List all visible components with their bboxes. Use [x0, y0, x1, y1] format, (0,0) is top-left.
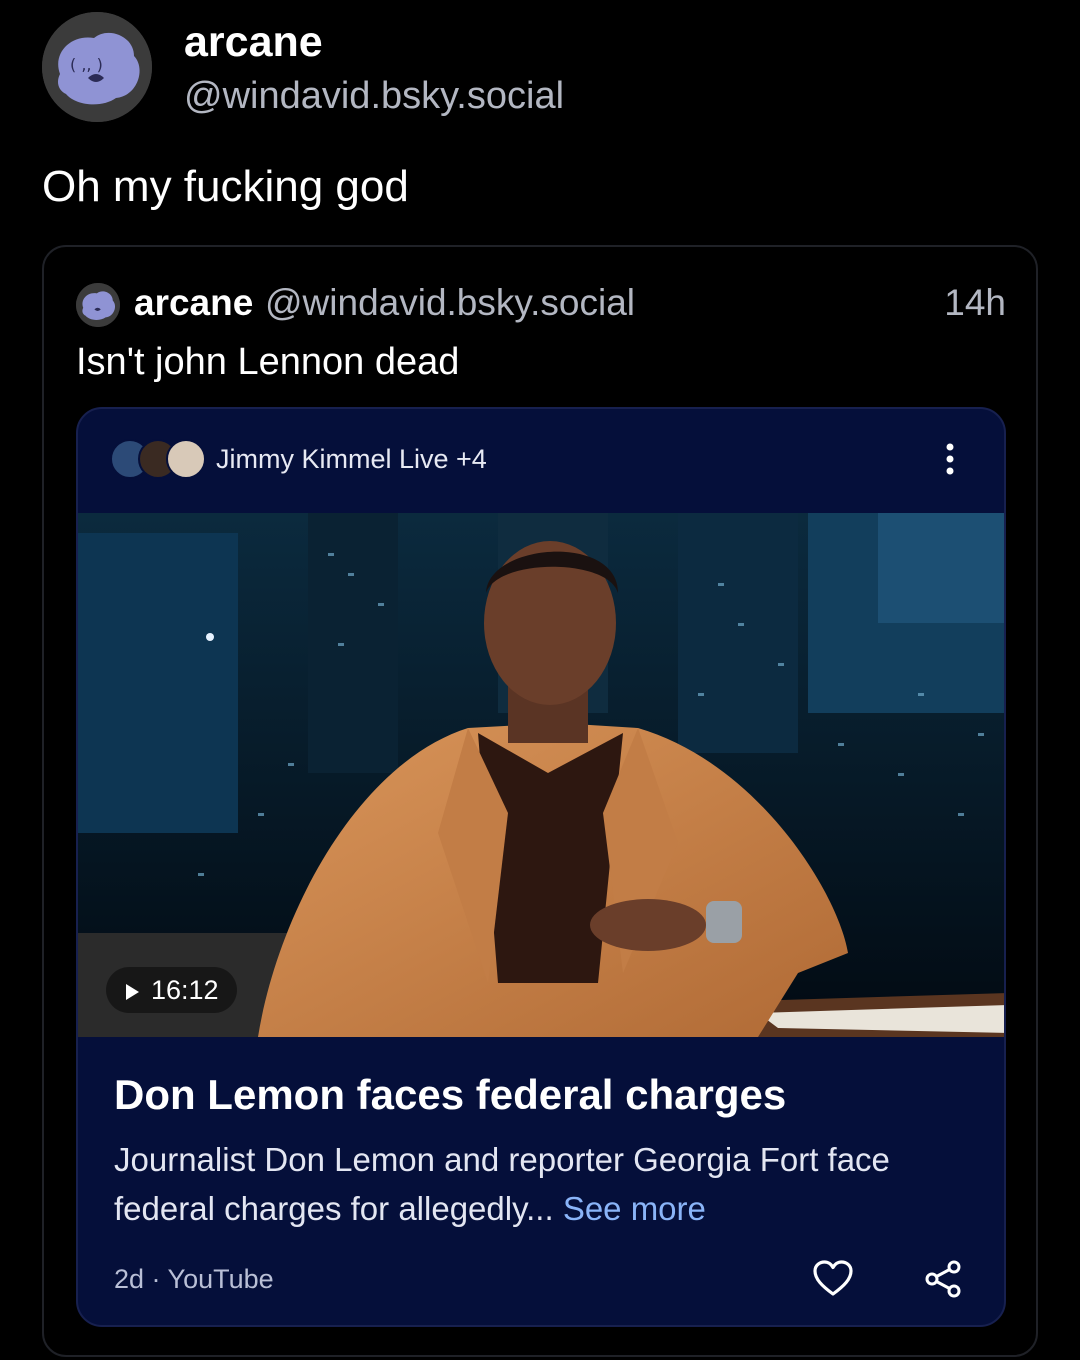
youtube-embed-card[interactable]: Jimmy Kimmel Live +4 16:12 Don Lemon fac… — [76, 407, 1006, 1327]
quoted-author-avatar[interactable] — [76, 283, 120, 327]
video-title[interactable]: Don Lemon faces federal charges — [114, 1069, 786, 1121]
author-handle[interactable]: @windavid.bsky.social — [184, 72, 564, 120]
post: ( ,, ) arcane @windavid.bsky.social Oh m… — [0, 0, 1080, 1360]
see-more-link[interactable]: See more — [563, 1190, 706, 1227]
video-duration: 16:12 — [151, 975, 219, 1005]
more-vertical-icon[interactable] — [938, 437, 962, 481]
play-icon — [126, 984, 139, 1000]
channel-avatar — [166, 439, 206, 479]
channel-name[interactable]: Jimmy Kimmel Live +4 — [216, 439, 487, 479]
author-avatar[interactable]: ( ,, ) — [42, 12, 152, 122]
heart-icon[interactable] — [812, 1259, 854, 1299]
quoted-author-name[interactable]: arcane — [134, 279, 253, 327]
quoted-post-time: 14h — [944, 282, 1006, 323]
video-meta: 2d · YouTube — [114, 1264, 274, 1294]
svg-text:( ,, ): ( ,, ) — [70, 55, 103, 74]
quoted-post-text: Isn't john Lennon dead — [76, 341, 460, 383]
video-thumbnail[interactable]: 16:12 — [78, 513, 1004, 1037]
video-description: Journalist Don Lemon and reporter Georgi… — [114, 1135, 974, 1233]
quoted-author-handle[interactable]: @windavid.bsky.social — [265, 279, 635, 327]
author-display-name[interactable]: arcane — [184, 16, 323, 68]
video-description-text: Journalist Don Lemon and reporter Georgi… — [114, 1141, 890, 1227]
quoted-post[interactable]: arcane @windavid.bsky.social 14h Isn't j… — [42, 245, 1038, 1357]
post-text: Oh my fucking god — [42, 162, 409, 211]
share-icon[interactable] — [923, 1259, 963, 1299]
video-duration-badge: 16:12 — [106, 967, 237, 1013]
channel-avatars — [110, 439, 206, 479]
